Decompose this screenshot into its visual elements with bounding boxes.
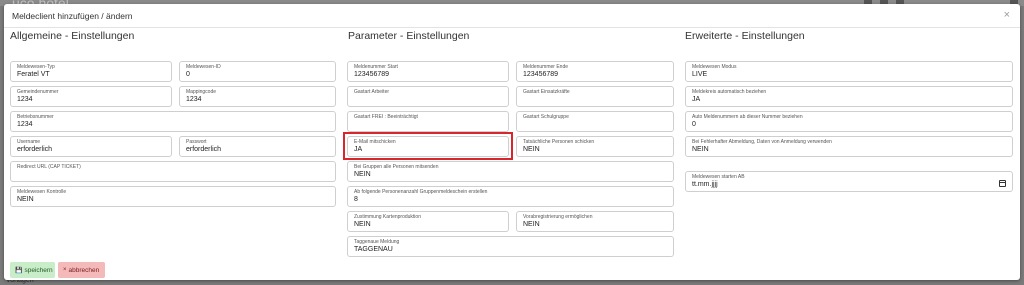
field-label: Meldewesen-ID [186,64,221,70]
zustimmung-kartenproduktion-select[interactable]: Zustimmung Kartenproduktion NEIN [347,211,509,232]
field-label: Meldewesen Modus [692,64,737,70]
field-value: 123456789 [354,71,390,78]
highlight-box [343,132,513,160]
field-value: NEIN [354,221,371,228]
field-value: LIVE [692,71,708,78]
field-label: Meldenummer Ende [523,64,569,70]
field-label: Meldekreis automatisch beziehen [692,89,767,95]
field-label: Bei Fehlerhafter Abmeldung, Daten von An… [692,139,832,145]
ab-personenanzahl-field[interactable]: Ab folgende Personenanzahl Gruppenmeldes… [347,186,674,207]
field-label: Redirect URL (CAP TICKET) [17,164,81,170]
field-value: erforderlich [17,146,53,153]
meldewesen-typ-select[interactable]: Meldewesen-Typ Feratel VT [10,61,172,82]
field-label: Meldewesen Kontrolle [17,189,67,195]
field-value: NEIN [523,146,540,153]
gastart-frei-field[interactable]: Gastart FREI : Beeinträchtigt [347,111,509,132]
cancel-icon: × [63,267,67,273]
field-value: 0 [692,121,696,128]
field-label: Vorabregistrierung ermöglichen [523,214,593,220]
field-value: 0 [186,71,190,78]
meldewesen-kontrolle-select[interactable]: Meldewesen Kontrolle NEIN [10,186,336,207]
field-value: TAGGENAU [354,246,393,253]
field-label: Username [17,139,41,145]
bei-gruppen-select[interactable]: Bei Gruppen alle Personen mitsenden NEIN [347,161,674,182]
modal-title: Meldeclient hinzufügen / ändern [12,11,133,21]
save-icon: 💾 [15,267,23,274]
taggenaue-meldung-select[interactable]: Taggenaue Meldung TAGGENAU [347,236,674,257]
gastart-arbeiter-field[interactable]: Gastart Arbeiter [347,86,509,107]
field-label: Tatsächliche Personen schicken [523,139,595,145]
meldekreis-select[interactable]: Meldekreis automatisch beziehen JA [685,86,1013,107]
field-label: Gastart Einsatzkräfte [523,89,570,95]
field-value: NEIN [523,221,540,228]
field-label: Meldewesen starten AB [692,174,745,180]
field-label: Betriebsnummer [17,114,54,120]
field-label: Meldenummer Start [354,64,398,70]
username-field[interactable]: Username erforderlich [10,136,172,157]
field-label: Gemeindenummer [17,89,59,95]
meldenummer-ende-field[interactable]: Meldenummer Ende 123456789 [516,61,674,82]
field-value: NEIN [692,146,709,153]
field-label: Mappingcode [186,89,217,95]
section-title-parameter: Parameter - Einstellungen [348,30,470,42]
section-title-allgemeine: Allgemeine - Einstellungen [10,30,135,42]
meldenummer-start-field[interactable]: Meldenummer Start 123456789 [347,61,509,82]
passwort-field[interactable]: Passwort erforderlich [179,136,336,157]
meldewesen-starten-date-input[interactable]: Meldewesen starten AB tt.mm.jjjj [685,171,1013,192]
field-value: erforderlich [186,146,222,153]
field-label: Taggenaue Meldung [354,239,400,245]
field-value: NEIN [354,171,371,178]
field-value: 1234 [186,96,202,103]
field-value: Feratel VT [17,71,50,78]
field-label: Zustimmung Kartenproduktion [354,214,421,220]
field-value: 1234 [17,96,33,103]
field-label: Gastart Arbeiter [354,89,390,95]
auto-meldenummern-field[interactable]: Auto Meldenummern ab dieser Nummer bezie… [685,111,1013,132]
section-title-erweiterte: Erweiterte - Einstellungen [685,30,805,42]
calendar-icon[interactable] [999,180,1006,187]
field-label: Gastart Schulgruppe [523,114,569,120]
field-value: JA [692,96,701,103]
meldewesen-modus-select[interactable]: Meldewesen Modus LIVE [685,61,1013,82]
gastart-schulgruppe-field[interactable]: Gastart Schulgruppe [516,111,674,132]
field-label: Auto Meldenummern ab dieser Nummer bezie… [692,114,803,120]
redirect-url-field[interactable]: Redirect URL (CAP TICKET) [10,161,336,182]
field-value: 1234 [17,121,33,128]
field-label: Ab folgende Personenanzahl Gruppenmeldes… [354,189,488,195]
save-button-label: speichern [24,266,53,274]
cancel-button[interactable]: × abbrechen [58,262,105,278]
field-label: Bei Gruppen alle Personen mitsenden [354,164,439,170]
field-label: Passwort [186,139,207,145]
field-label: Meldewesen-Typ [17,64,55,70]
field-value: 123456789 [523,71,559,78]
field-value: tt.mm.jjjj [692,181,718,188]
fehlerhafte-abmeldung-select[interactable]: Bei Fehlerhafter Abmeldung, Daten von An… [685,136,1013,157]
vorabregistrierung-select[interactable]: Vorabregistrierung ermöglichen NEIN [516,211,674,232]
gastart-einsatzkraefte-field[interactable]: Gastart Einsatzkräfte [516,86,674,107]
gemeindenummer-field[interactable]: Gemeindenummer 1234 [10,86,172,107]
field-value: 8 [354,196,358,203]
close-icon[interactable]: × [1004,10,1010,21]
field-label: Gastart FREI : Beeinträchtigt [354,114,418,120]
mappingcode-field[interactable]: Mappingcode 1234 [179,86,336,107]
cancel-button-label: abbrechen [68,266,100,274]
meldewesen-id-field[interactable]: Meldewesen-ID 0 [179,61,336,82]
tatsaechliche-personen-select[interactable]: Tatsächliche Personen schicken NEIN [516,136,674,157]
field-value: NEIN [17,196,34,203]
save-button[interactable]: 💾 speichern [10,262,55,278]
modal-header: Meldeclient hinzufügen / ändern × [4,4,1020,28]
betriebsnummer-field[interactable]: Betriebsnummer 1234 [10,111,336,132]
